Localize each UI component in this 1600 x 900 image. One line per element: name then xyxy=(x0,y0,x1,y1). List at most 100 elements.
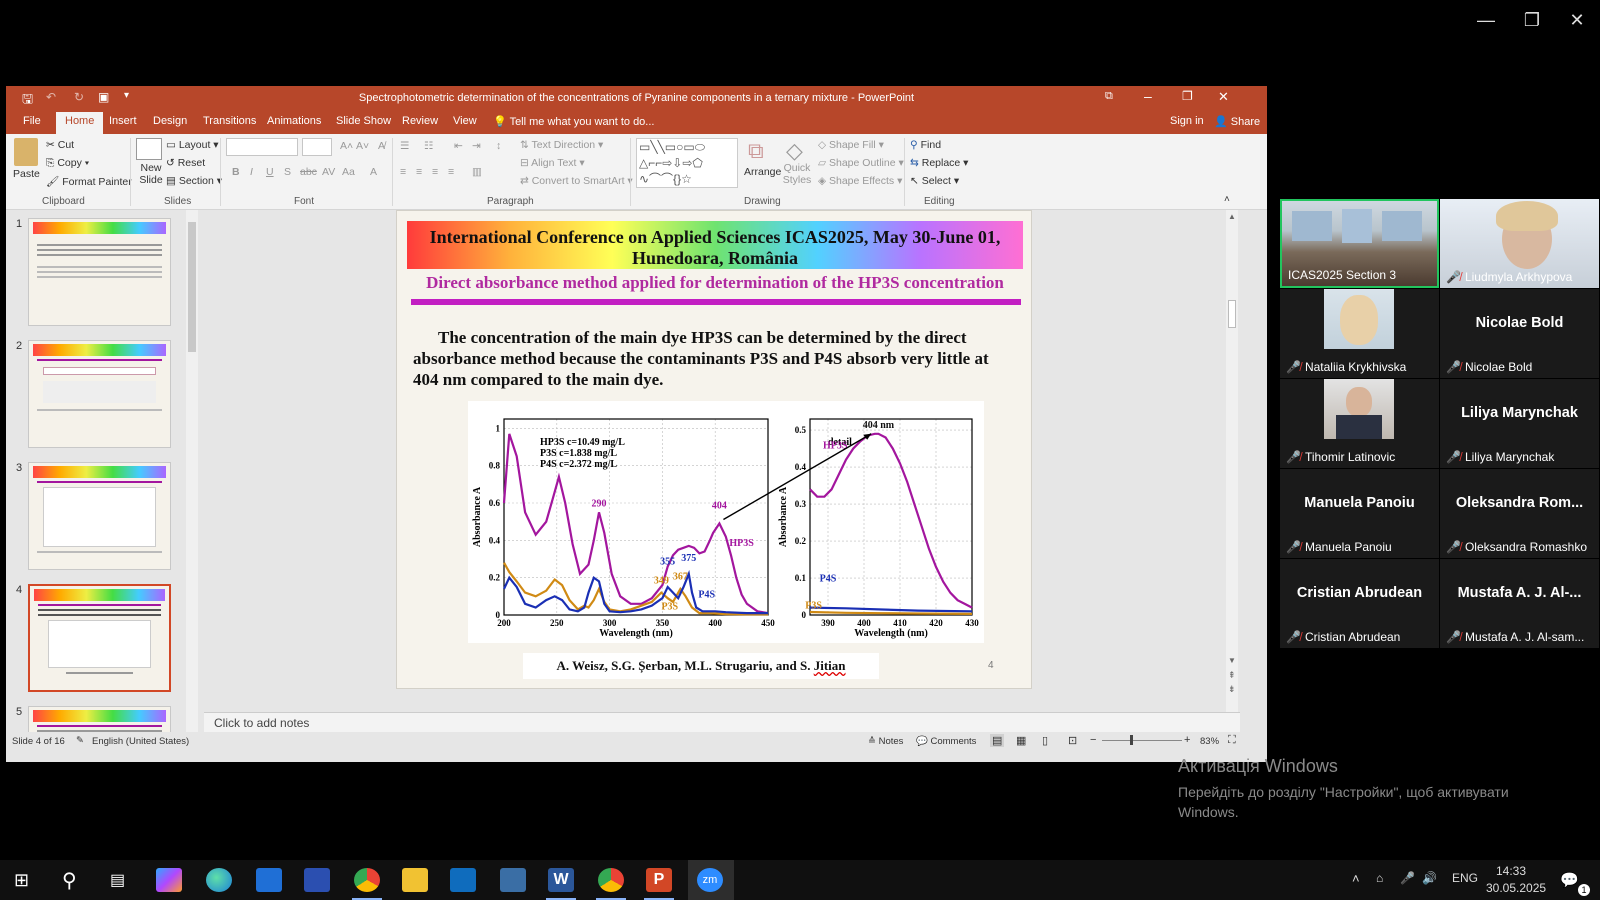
slide-sorter-icon[interactable]: ▦ xyxy=(1016,734,1026,747)
numbering-icon[interactable]: ☷ xyxy=(424,140,433,152)
reading-view-icon[interactable]: ▯ xyxy=(1042,734,1048,747)
notes-pane[interactable]: Click to add notes xyxy=(204,712,1240,732)
meet-now-icon[interactable]: ⌂ xyxy=(1376,871,1383,885)
word-icon[interactable]: W xyxy=(548,868,574,892)
previous-slide-icon[interactable]: ⇞ xyxy=(1228,670,1236,681)
bold-icon[interactable]: B xyxy=(232,166,240,178)
cut-button[interactable]: ✂ Cut xyxy=(46,139,74,151)
file-explorer-icon[interactable] xyxy=(402,868,428,892)
outlook-icon[interactable] xyxy=(450,868,476,892)
strikethrough-icon[interactable]: abc xyxy=(300,166,317,178)
format-painter-button[interactable]: 🖌 Format Painter xyxy=(46,175,132,188)
outer-restore-button[interactable]: ❐ xyxy=(1512,8,1552,32)
paste-icon[interactable] xyxy=(14,138,38,166)
notes-toggle[interactable]: ≙ Notes xyxy=(868,736,903,747)
slide-thumbnail-3[interactable] xyxy=(28,462,171,570)
shape-fill-button[interactable]: ◇ Shape Fill ▾ xyxy=(818,139,884,151)
clear-formatting-icon[interactable]: A̸ xyxy=(378,140,385,152)
section-button[interactable]: ▤ Section ▾ xyxy=(166,175,222,187)
align-right-icon[interactable]: ≡ xyxy=(432,166,438,178)
tab-home[interactable]: Home xyxy=(56,112,104,134)
search-icon[interactable]: ⚲ xyxy=(62,868,77,893)
zoom-icon[interactable]: zm xyxy=(697,868,723,892)
outer-minimize-button[interactable]: — xyxy=(1466,8,1506,32)
quick-styles-button[interactable]: Quick Styles xyxy=(782,162,812,186)
participant-tile[interactable]: Cristian Abrudean 🎤̸ Cristian Abrudean xyxy=(1280,559,1439,648)
replace-button[interactable]: ⇆ Replace ▾ xyxy=(910,157,968,169)
next-slide-icon[interactable]: ⇟ xyxy=(1228,684,1236,695)
select-button[interactable]: ↖ Select ▾ xyxy=(910,175,959,187)
clock-date[interactable]: 30.05.2025 xyxy=(1486,881,1546,895)
columns-icon[interactable]: ▥ xyxy=(472,166,482,178)
layout-button[interactable]: ▭ Layout ▾ xyxy=(166,139,219,151)
chrome-profile-icon[interactable] xyxy=(598,868,624,892)
tab-insert[interactable]: Insert xyxy=(109,115,137,127)
zoom-out-icon[interactable]: − xyxy=(1090,734,1096,746)
tab-slide-show[interactable]: Slide Show xyxy=(336,115,391,127)
find-button[interactable]: ⚲ Find xyxy=(910,139,941,151)
decrease-indent-icon[interactable]: ⇤ xyxy=(454,140,463,152)
scroll-up-icon[interactable]: ▲ xyxy=(1228,212,1236,221)
task-view-icon[interactable]: ▤ xyxy=(110,870,125,890)
outer-close-button[interactable]: ✕ xyxy=(1557,8,1597,32)
zoom-slider[interactable] xyxy=(1102,740,1182,741)
zoom-level[interactable]: 83% xyxy=(1200,736,1219,747)
collapse-ribbon-icon[interactable]: ˄ xyxy=(1224,194,1230,205)
font-size-dropdown[interactable] xyxy=(302,138,332,156)
slide-subtitle[interactable]: Direct absorbance method applied for det… xyxy=(407,273,1023,293)
participant-tile[interactable]: 🎤̸ Liudmyla Arkhypova xyxy=(1440,199,1599,288)
slideshow-icon[interactable]: ⊡ xyxy=(1068,734,1077,747)
new-slide-icon[interactable] xyxy=(136,138,162,160)
microphone-icon[interactable]: 🎤 xyxy=(1400,871,1415,885)
participant-tile[interactable]: Oleksandra Rom... 🎤̸ Oleksandra Romashko xyxy=(1440,469,1599,558)
align-text-button[interactable]: ⊟ Align Text ▾ xyxy=(520,157,585,169)
font-color-icon[interactable]: A xyxy=(370,166,377,178)
shrink-font-icon[interactable]: A˅ xyxy=(356,140,369,152)
participant-tile[interactable]: Nicolae Bold 🎤̸ Nicolae Bold xyxy=(1440,289,1599,378)
slide-thumbnail-5[interactable] xyxy=(28,706,171,732)
authors-box[interactable]: A. Weisz, S.G. Șerban, M.L. Strugariu, a… xyxy=(523,653,879,679)
shape-effects-button[interactable]: ◈ Shape Effects ▾ xyxy=(818,175,902,187)
sign-in-link[interactable]: Sign in xyxy=(1170,115,1204,127)
slide-thumbnail-1[interactable] xyxy=(28,218,171,326)
powerpoint-icon[interactable]: P xyxy=(646,868,672,892)
quick-styles-icon[interactable]: ◇ xyxy=(786,138,803,164)
windows-start-icon[interactable]: ⊞ xyxy=(14,870,29,891)
ribbon-display-options-icon[interactable]: ⧉ xyxy=(1105,90,1113,103)
participant-tile[interactable]: ICAS2025 Section 3 xyxy=(1280,199,1439,288)
copilot-icon[interactable] xyxy=(156,868,182,892)
notification-icon[interactable]: 💬 xyxy=(1560,871,1579,889)
minimize-button[interactable]: – xyxy=(1144,88,1152,104)
text-direction-button[interactable]: ⇅ Text Direction ▾ xyxy=(520,139,603,151)
participant-tile[interactable]: Mustafa A. J. Al-... 🎤̸ Mustafa A. J. Al-… xyxy=(1440,559,1599,648)
reset-button[interactable]: ↺ Reset xyxy=(166,157,205,169)
slide-thumbnail-4[interactable] xyxy=(28,584,171,692)
tell-me-box[interactable]: 💡 Tell me what you want to do... xyxy=(493,115,654,128)
shadow-icon[interactable]: S xyxy=(284,166,291,178)
spell-check-icon[interactable]: ✎ xyxy=(76,735,84,746)
restore-button[interactable]: ❐ xyxy=(1182,89,1193,103)
convert-smartart-button[interactable]: ⇄ Convert to SmartArt ▾ xyxy=(520,175,633,187)
participant-tile[interactable]: Liliya Marynchak 🎤̸ Liliya Marynchak xyxy=(1440,379,1599,468)
tab-animations[interactable]: Animations xyxy=(267,115,321,127)
zoom-in-icon[interactable]: + xyxy=(1184,734,1190,746)
slide-thumbnail-2[interactable] xyxy=(28,340,171,448)
conference-header[interactable]: International Conference on Applied Scie… xyxy=(407,221,1023,269)
participant-tile[interactable]: 🎤̸ Tihomir Latinovic xyxy=(1280,379,1439,468)
align-center-icon[interactable]: ≡ xyxy=(416,166,422,178)
tab-file[interactable]: File xyxy=(23,115,41,127)
tab-design[interactable]: Design xyxy=(153,115,187,127)
comments-toggle[interactable]: 💬 Comments xyxy=(916,736,976,747)
chrome-icon[interactable] xyxy=(354,868,380,892)
line-spacing-icon[interactable]: ↕ xyxy=(496,140,501,152)
tab-transitions[interactable]: Transitions xyxy=(203,115,256,127)
close-button[interactable]: ✕ xyxy=(1218,89,1229,105)
store-icon[interactable] xyxy=(256,868,282,892)
shapes-gallery[interactable]: ▭╲╲▭○▭⬭ △⌐⌐⇨⇩⇨⬠ ∿⌒⌒{}☆ xyxy=(636,138,738,188)
arrange-icon[interactable]: ⧉ xyxy=(748,138,764,164)
increase-indent-icon[interactable]: ⇥ xyxy=(472,140,481,152)
thumbnails-scroll-thumb[interactable] xyxy=(188,222,196,352)
copy-button[interactable]: ⎘ Copy ▾ xyxy=(46,157,89,170)
share-button[interactable]: 👤 Share xyxy=(1214,115,1260,128)
underline-icon[interactable]: U xyxy=(266,166,274,178)
